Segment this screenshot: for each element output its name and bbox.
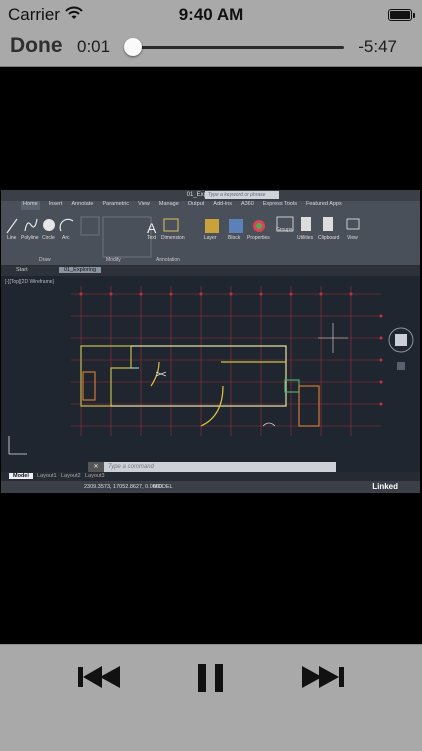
- ribbon-tab: Insert: [48, 201, 63, 207]
- space-mode: MODEL: [153, 484, 173, 490]
- layout-tab-model: Model: [9, 473, 33, 479]
- tool-circle: Circle: [42, 235, 55, 241]
- ribbon-tab: Output: [187, 201, 205, 207]
- tool-line: Line: [7, 235, 17, 241]
- ribbon-tabs: Home Insert Annotate Parametric View Man…: [21, 201, 342, 210]
- layout-tabs: Model Layout1 Layout2 Layout3: [1, 472, 420, 481]
- skip-back-icon[interactable]: [78, 663, 122, 691]
- grid-lines: [71, 286, 381, 436]
- status-bar: Carrier 9:40 AM: [0, 0, 422, 30]
- tool-dimension: Dimension: [161, 235, 185, 241]
- panel-label-annotation: Annotation: [156, 257, 180, 263]
- elapsed-time: 0:01: [77, 37, 111, 56]
- cursor-crosshair: [318, 323, 348, 353]
- doc-tab-start: Start: [16, 267, 28, 273]
- search-box: Type a keyword or phrase: [205, 191, 279, 199]
- battery-nub: [413, 13, 415, 18]
- scrubber-track[interactable]: [123, 38, 344, 56]
- done-button[interactable]: Done: [10, 34, 63, 58]
- brand-watermark: Linked: [372, 482, 398, 491]
- ribbon-tab: Express Tools: [262, 201, 297, 207]
- panel-label-modify: Modify: [106, 257, 121, 263]
- ribbon-tab: Add-ins: [213, 201, 232, 207]
- coordinates: 2309.3573, 17052.8627, 0.0000: [84, 484, 162, 490]
- floor-plan: [80, 345, 320, 427]
- tool-clipboard: Clipboard: [318, 235, 340, 241]
- tool-text: Text: [147, 235, 157, 241]
- ribbon-tab: Annotate: [71, 201, 94, 207]
- tool-arc: Arc: [62, 235, 70, 241]
- doc-tab-drawing: 01_Exploring: [59, 267, 102, 273]
- svg-text:A: A: [147, 220, 157, 236]
- command-placeholder: Type a command: [108, 464, 154, 470]
- tool-properties: Properties: [247, 235, 270, 241]
- skip-forward-icon[interactable]: [300, 663, 344, 691]
- ribbon-tab: Parametric: [102, 201, 130, 207]
- tool-polyline: Polyline: [21, 235, 39, 241]
- battery-icon: [388, 9, 415, 21]
- tool-groups: Groups: [276, 227, 293, 233]
- view-cube: [388, 327, 414, 370]
- pause-icon[interactable]: [197, 663, 225, 693]
- document-tabs: Start 01_Exploring: [1, 266, 420, 276]
- ribbon-tab: Manage: [158, 201, 179, 207]
- layout-tab: Layout3: [85, 473, 105, 479]
- tool-layer: Layer: [204, 235, 217, 241]
- remaining-time: -5:47: [358, 37, 397, 56]
- panel-label-draw: Draw: [39, 257, 51, 263]
- tool-utilities: Utilities: [297, 235, 314, 241]
- close-icon: ✕: [88, 462, 104, 472]
- tool-view: View: [347, 235, 358, 241]
- playback-controls: [0, 644, 422, 751]
- scrubber-thumb[interactable]: [123, 38, 142, 56]
- command-line: ✕ Type a command: [88, 462, 336, 472]
- player-toolbar: Done 0:01 -5:47: [0, 30, 422, 67]
- ribbon-tab: Featured Apps: [305, 201, 342, 207]
- tool-block: Block: [228, 235, 241, 241]
- video-frame: 01_Exploring.dwg Type a keyword or phras…: [1, 190, 420, 493]
- ribbon-tab: A360: [240, 201, 254, 207]
- ribbon: Home Insert Annotate Parametric View Man…: [1, 201, 420, 266]
- clock: 9:40 AM: [178, 5, 244, 24]
- ribbon-tab: View: [138, 201, 150, 207]
- battery-fill: [390, 11, 410, 19]
- app-title-bar: 01_Exploring.dwg Type a keyword or phras…: [1, 190, 420, 201]
- cad-status-bar: 2309.3573, 17052.8627, 0.0000 MODEL Link…: [1, 481, 420, 493]
- ribbon-tab: Home: [21, 201, 40, 210]
- drawing-canvas: [8, 286, 414, 455]
- ucs-icon: [8, 436, 27, 455]
